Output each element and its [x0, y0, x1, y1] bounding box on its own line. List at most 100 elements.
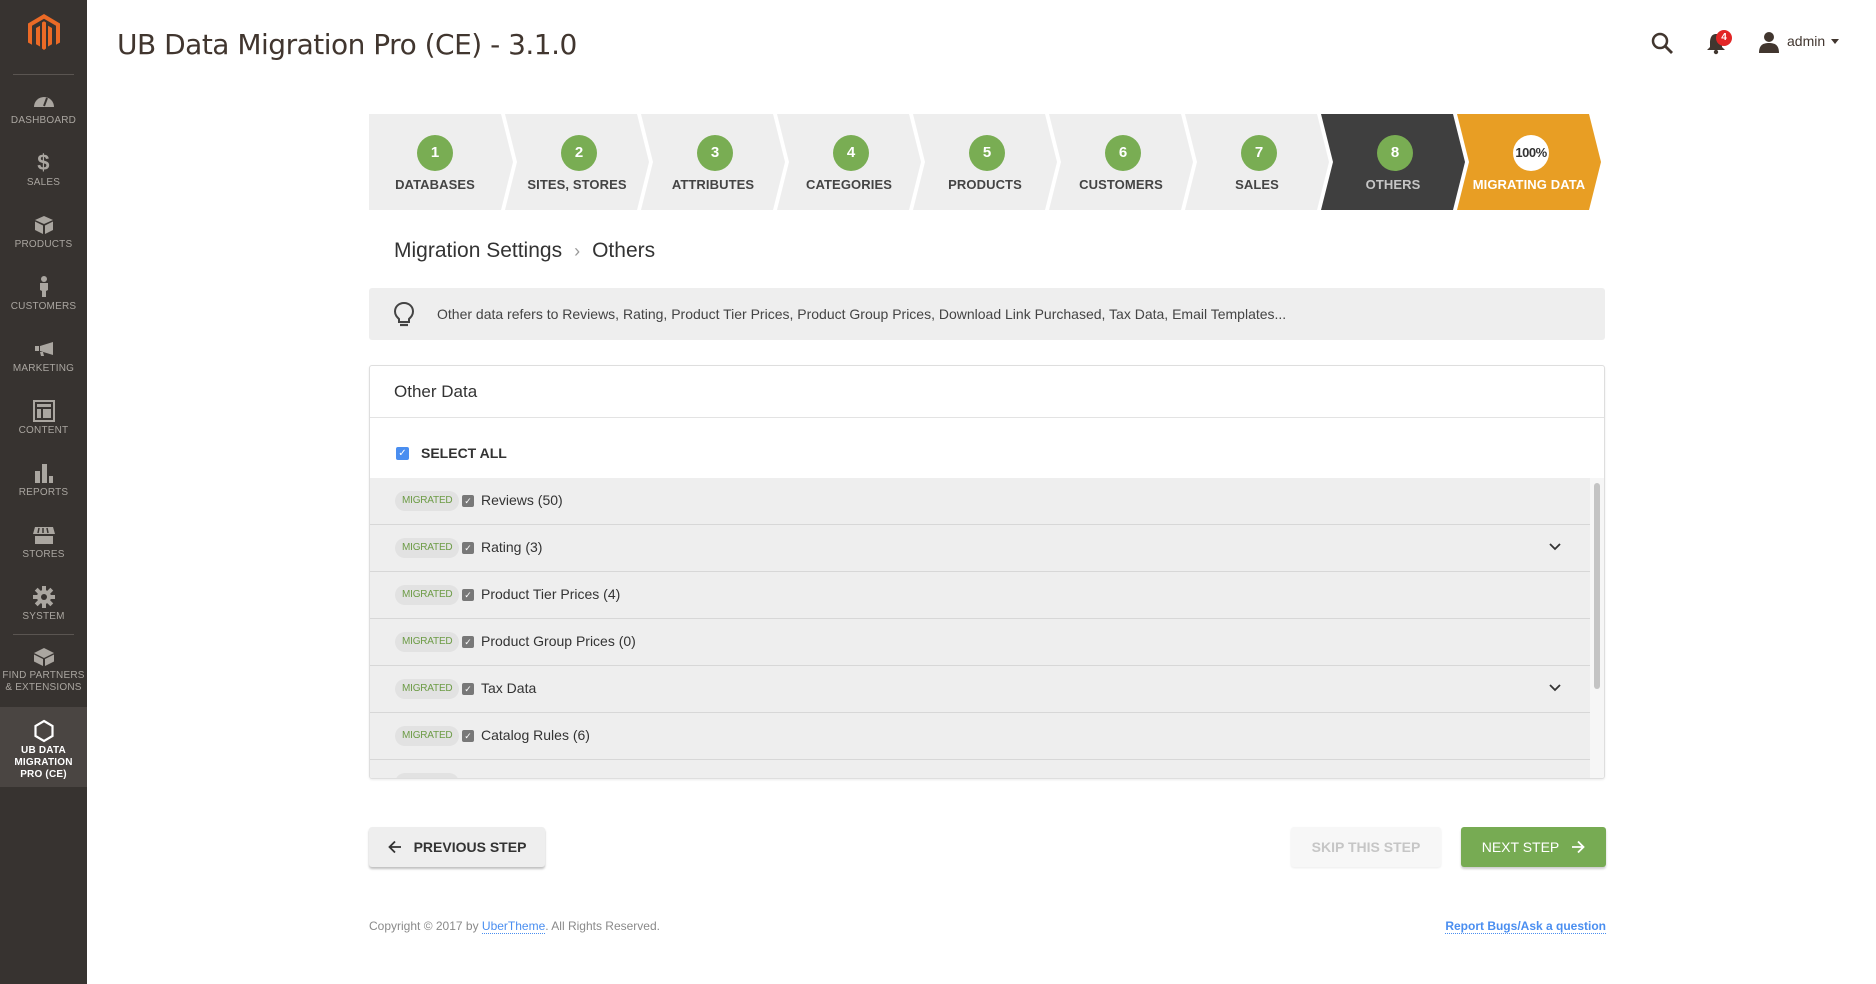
sidebar-item-label: REPORTS — [18, 487, 69, 498]
migration-stepper: 1 DATABASES 2 SITES, STORES 3 ATTRIBUTES 4 CATE… — [369, 114, 1609, 210]
search-icon[interactable] — [1650, 31, 1674, 55]
data-row[interactable]: MIGRATED ✓ Catalog Rules (6) — [370, 713, 1590, 760]
row-checkbox[interactable]: ✓ — [462, 730, 474, 742]
step-customers[interactable]: 6 CUSTOMERS — [1049, 114, 1197, 210]
row-label: Catalog Rules (6) — [481, 727, 590, 743]
migrated-status-badge: MIGRATED — [395, 773, 460, 778]
breadcrumb-current: Others — [592, 239, 656, 262]
bar-chart-icon — [34, 464, 53, 483]
step-sales[interactable]: 7 SALES — [1185, 114, 1333, 210]
sidebar-item-reports[interactable]: REPORTS — [0, 461, 87, 499]
migrated-status-badge: MIGRATED — [395, 632, 460, 652]
sidebar-item-label: CUSTOMERS — [10, 301, 77, 312]
row-checkbox[interactable]: ✓ — [462, 636, 474, 648]
info-notice: Other data refers to Reviews, Rating, Pr… — [369, 288, 1605, 340]
report-bugs: Report Bugs/Ask a question — [1440, 919, 1606, 934]
row-label: Reviews (50) — [481, 492, 563, 508]
step-databases[interactable]: 1 DATABASES — [369, 114, 517, 210]
step-sites-stores[interactable]: 2 SITES, STORES — [505, 114, 653, 210]
step-label: MIGRATING DATA — [1472, 177, 1586, 192]
row-label: Rating (3) — [481, 539, 543, 555]
step-label: ATTRIBUTES — [671, 177, 755, 192]
select-all-checkbox[interactable]: ✓ SELECT ALL — [396, 445, 507, 461]
sidebar-item-label: FIND PARTNERS — [2, 670, 85, 681]
sidebar-item-label: SYSTEM — [22, 611, 65, 622]
user-icon[interactable] — [1758, 31, 1780, 53]
step-migrating-data[interactable]: 100% MIGRATING DATA — [1457, 114, 1605, 210]
sidebar-divider — [13, 634, 74, 635]
magento-logo-icon — [27, 14, 60, 50]
other-data-list: MIGRATED ✓ Reviews (50) MIGRATED ✓ Rating (3)… — [370, 478, 1590, 778]
step-categories[interactable]: 4 CATEGORIES — [777, 114, 925, 210]
divider — [370, 417, 1604, 418]
copyright-suffix: . All Rights Reserved. — [545, 919, 660, 933]
breadcrumb-separator-icon: › — [574, 241, 581, 261]
breadcrumb-parent: Migration Settings — [394, 239, 563, 262]
previous-step-button[interactable]: PREVIOUS STEP — [369, 827, 545, 867]
sidebar-item-sales[interactable]: $ SALES — [0, 151, 87, 189]
data-row[interactable]: MIGRATED ✓ Tax Data — [370, 666, 1590, 713]
migrated-status-badge: MIGRATED — [395, 491, 460, 511]
sidebar-item-find-partners[interactable]: FIND PARTNERS & EXTENSIONS — [0, 644, 87, 694]
ubertheme-link[interactable]: UberTheme — [481, 919, 546, 934]
step-attributes[interactable]: 3 ATTRIBUTES — [641, 114, 789, 210]
page-title: UB Data Migration Pro (CE) - 3.1.0 — [117, 28, 577, 61]
magento-logo[interactable] — [0, 8, 87, 58]
sidebar-item-label: PRODUCTS — [14, 239, 73, 250]
sidebar-item-ub-data-migration[interactable]: UB DATA MIGRATION PRO (CE) — [0, 707, 87, 787]
dashboard-icon — [33, 97, 54, 107]
sidebar-item-dashboard[interactable]: DASHBOARD — [0, 89, 87, 127]
step-number-badge: 5 — [969, 135, 1005, 171]
sidebar-item-system[interactable]: SYSTEM — [0, 585, 87, 623]
info-text: Other data refers to Reviews, Rating, Pr… — [437, 306, 1287, 322]
skip-step-button[interactable]: SKIP THIS STEP — [1291, 827, 1441, 867]
step-label: DATABASES — [395, 177, 475, 192]
sidebar-item-label: PRO (CE) — [20, 769, 67, 780]
scrollbar-thumb[interactable] — [1594, 483, 1600, 689]
sidebar-item-products[interactable]: PRODUCTS — [0, 213, 87, 251]
copyright: Copyright © 2017 by UberTheme. All Right… — [369, 919, 660, 934]
step-products[interactable]: 5 PRODUCTS — [913, 114, 1061, 210]
sidebar-divider — [13, 74, 74, 75]
data-row[interactable]: MIGRATED ✓ Product Tier Prices (4) — [370, 572, 1590, 619]
select-all-label: SELECT ALL — [421, 445, 507, 461]
step-number-badge: 1 — [417, 135, 453, 171]
lightbulb-icon — [393, 301, 415, 327]
sidebar-item-customers[interactable]: CUSTOMERS — [0, 275, 87, 313]
step-number-badge: 8 — [1377, 135, 1413, 171]
sidebar-item-content[interactable]: CONTENT — [0, 399, 87, 437]
migrated-status-badge: MIGRATED — [395, 726, 460, 746]
row-checkbox[interactable]: ✓ — [462, 542, 474, 554]
breadcrumb: Migration Settings › Others — [394, 239, 655, 263]
previous-step-label: PREVIOUS STEP — [413, 839, 527, 855]
report-bugs-link[interactable]: Report Bugs/Ask a question — [1445, 919, 1606, 934]
notifications-count-badge[interactable]: 4 — [1716, 30, 1732, 46]
sidebar-item-label: DASHBOARD — [10, 115, 77, 126]
row-label: Product Group Prices (0) — [481, 633, 636, 649]
data-row[interactable]: MIGRATED ✓ Reviews (50) — [370, 478, 1590, 525]
data-row[interactable]: MIGRATED ✓ Product Group Prices (0) — [370, 619, 1590, 666]
arrow-left-icon — [387, 840, 401, 854]
user-menu-name[interactable]: admin — [1787, 33, 1825, 49]
sidebar-item-label: MARKETING — [12, 363, 75, 374]
chevron-down-icon[interactable] — [1548, 683, 1562, 693]
checkbox-checked-icon[interactable]: ✓ — [396, 446, 409, 460]
caret-down-icon[interactable] — [1831, 39, 1839, 44]
next-step-label: NEXT STEP — [1481, 839, 1560, 855]
row-label: Tax Data — [481, 680, 537, 696]
person-icon — [39, 276, 48, 297]
row-label: Product Tier Prices (4) — [481, 586, 621, 602]
chevron-down-icon[interactable] — [1548, 542, 1562, 552]
sidebar-item-label: UB DATA — [21, 745, 66, 756]
data-row[interactable]: MIGRATED — [370, 760, 1590, 778]
next-step-button[interactable]: NEXT STEP — [1461, 827, 1606, 867]
step-label: CUSTOMERS — [1079, 177, 1163, 192]
data-row[interactable]: MIGRATED ✓ Rating (3) — [370, 525, 1590, 572]
row-checkbox[interactable]: ✓ — [462, 495, 474, 507]
sidebar-item-stores[interactable]: STORES — [0, 523, 87, 561]
step-others[interactable]: 8 OTHERS — [1321, 114, 1469, 210]
row-checkbox[interactable]: ✓ — [462, 589, 474, 601]
sidebar-item-marketing[interactable]: MARKETING — [0, 337, 87, 375]
progress-badge: 100% — [1513, 135, 1549, 171]
row-checkbox[interactable]: ✓ — [462, 683, 474, 695]
